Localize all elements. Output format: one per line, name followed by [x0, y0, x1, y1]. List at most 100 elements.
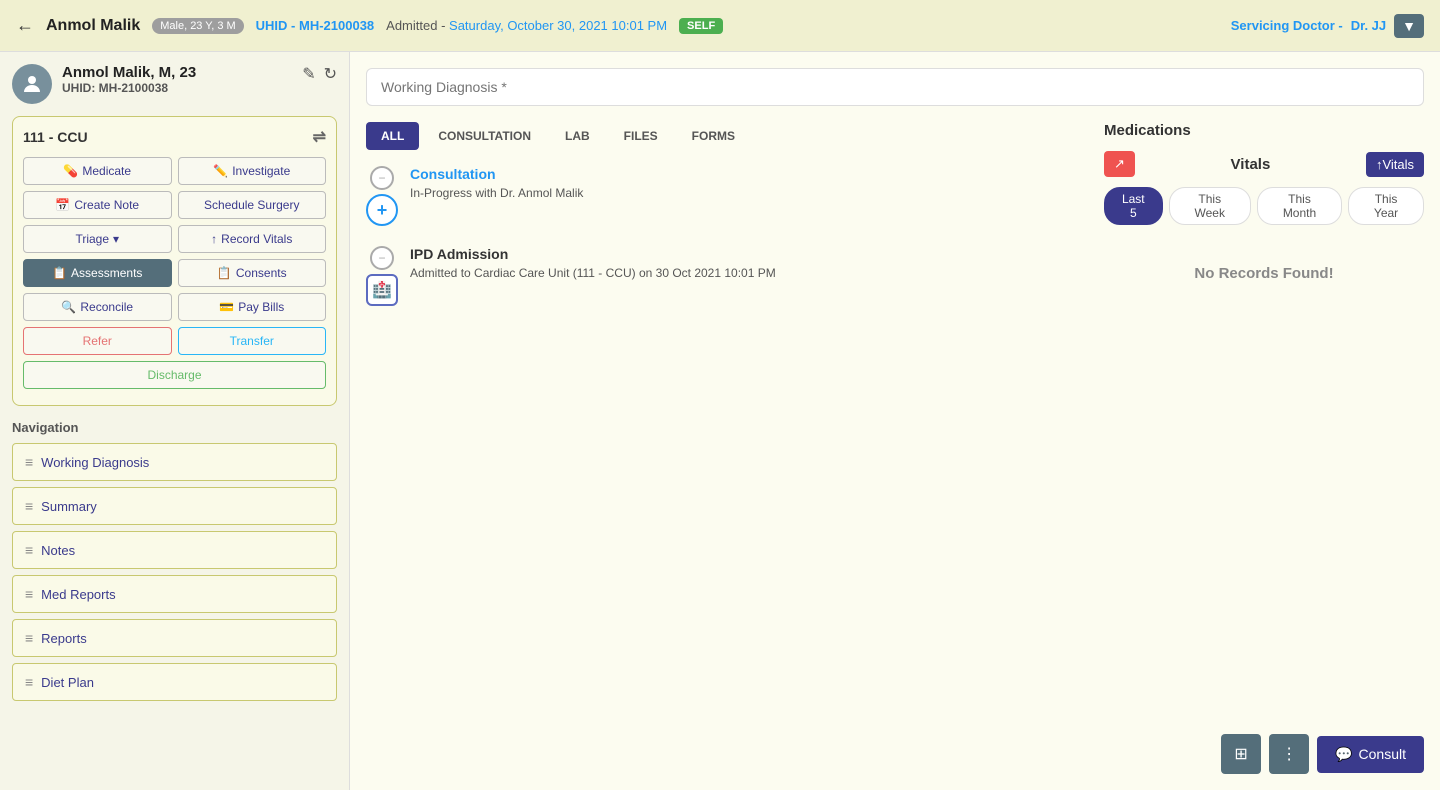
sidebar-item-diet-plan[interactable]: ≡ Diet Plan — [12, 663, 337, 701]
assessments-button[interactable]: 📋 Assessments — [23, 259, 172, 287]
pay-bills-icon: 💳 — [219, 300, 234, 314]
consultation-content: Consultation In-Progress with Dr. Anmol … — [410, 166, 1104, 200]
record-vitals-icon: ↑ — [211, 232, 217, 246]
ipd-icon[interactable]: 🏥 — [366, 274, 398, 306]
tab-forms[interactable]: FORMS — [677, 122, 750, 150]
nav-lines-icon-3: ≡ — [25, 542, 33, 558]
schedule-surgery-button[interactable]: Schedule Surgery — [178, 191, 327, 219]
sidebar-item-notes[interactable]: ≡ Notes — [12, 531, 337, 569]
ward-box: 111 - CCU ⇌ 💊 Medicate ✏️ Investigate 📅 … — [12, 116, 337, 406]
nav-lines-icon-5: ≡ — [25, 630, 33, 646]
vitals-header: ↗ Vitals ↑Vitals — [1104, 151, 1424, 177]
header-dropdown-button[interactable]: ▼ — [1394, 14, 1424, 38]
create-note-button[interactable]: 📅 Create Note — [23, 191, 172, 219]
nav-lines-icon-6: ≡ — [25, 674, 33, 690]
ward-header: 111 - CCU ⇌ — [23, 127, 326, 147]
timeline-controls-1: − + — [366, 166, 398, 226]
time-filter-this-year[interactable]: This Year — [1348, 187, 1424, 225]
vitals-red-button[interactable]: ↗ — [1104, 151, 1135, 177]
record-vitals-button[interactable]: ↑ Record Vitals — [178, 225, 327, 253]
action-grid-2: Triage ▾ ↑ Record Vitals 📋 Assessments 📋… — [23, 225, 326, 287]
consult-button[interactable]: 💬 Consult — [1317, 736, 1424, 773]
timeline-controls-2: − 🏥 — [366, 246, 398, 306]
time-filter-this-week[interactable]: This Week — [1169, 187, 1251, 225]
content-right: Medications ↗ Vitals ↑Vitals Last 5 This… — [1104, 122, 1424, 326]
main-layout: Anmol Malik, M, 23 UHID: MH-2100038 ✎ ↻ … — [0, 52, 1440, 790]
header-uhid: UHID - MH-2100038 — [256, 18, 375, 33]
tab-files[interactable]: FILES — [609, 122, 673, 150]
nav-lines-icon-1: ≡ — [25, 454, 33, 470]
working-diagnosis-input[interactable] — [366, 68, 1424, 106]
no-records-message: No Records Found! — [1104, 265, 1424, 282]
patient-name-header: Anmol Malik — [46, 17, 140, 35]
timeline-collapse-btn-1[interactable]: − — [370, 166, 394, 190]
timeline: − + Consultation In-Progress with Dr. An… — [366, 166, 1104, 306]
avatar — [12, 64, 52, 104]
medicate-button[interactable]: 💊 Medicate — [23, 157, 172, 185]
content-area: ALL CONSULTATION LAB FILES FORMS − + — [350, 52, 1440, 790]
refresh-button[interactable]: ↻ — [324, 64, 337, 84]
patient-uhid-sidebar: UHID: MH-2100038 — [62, 81, 292, 95]
admitted-info: Admitted - Saturday, October 30, 2021 10… — [386, 18, 667, 33]
action-grid-1: 💊 Medicate ✏️ Investigate 📅 Create Note … — [23, 157, 326, 219]
patient-info: Anmol Malik, M, 23 UHID: MH-2100038 — [62, 64, 292, 95]
content-inner: ALL CONSULTATION LAB FILES FORMS − + — [366, 122, 1424, 326]
ward-transfer-icon[interactable]: ⇌ — [313, 127, 326, 147]
header: ← Anmol Malik Male, 23 Y, 3 M UHID - MH-… — [0, 0, 1440, 52]
nav-lines-icon-4: ≡ — [25, 586, 33, 602]
reconcile-button[interactable]: 🔍 Reconcile — [23, 293, 172, 321]
sidebar: Anmol Malik, M, 23 UHID: MH-2100038 ✎ ↻ … — [0, 52, 350, 790]
back-button[interactable]: ← — [16, 15, 34, 36]
medications-title: Medications — [1104, 122, 1424, 139]
triage-dropdown-icon: ▾ — [113, 232, 119, 246]
timeline-collapse-btn-2[interactable]: − — [370, 246, 394, 270]
time-filter-last5[interactable]: Last 5 — [1104, 187, 1163, 225]
vitals-blue-button[interactable]: ↑Vitals — [1366, 152, 1424, 177]
consents-icon: 📋 — [217, 266, 232, 280]
consultation-title[interactable]: Consultation — [410, 166, 1104, 182]
consultation-icon[interactable]: + — [366, 194, 398, 226]
nav-lines-icon-2: ≡ — [25, 498, 33, 514]
consents-button[interactable]: 📋 Consents — [178, 259, 327, 287]
grid-view-button[interactable]: ⊞ — [1221, 734, 1261, 774]
pay-bills-button[interactable]: 💳 Pay Bills — [178, 293, 327, 321]
navigation-title: Navigation — [12, 420, 337, 435]
create-note-icon: 📅 — [55, 198, 70, 212]
ward-title: 111 - CCU — [23, 129, 88, 145]
navigation-section: Navigation ≡ Working Diagnosis ≡ Summary… — [12, 420, 337, 701]
tab-all[interactable]: ALL — [366, 122, 419, 150]
assessments-icon: 📋 — [52, 266, 67, 280]
sidebar-item-reports[interactable]: ≡ Reports — [12, 619, 337, 657]
servicing-doctor-value: Dr. JJ — [1351, 18, 1386, 33]
action-grid-3: 🔍 Reconcile 💳 Pay Bills — [23, 293, 326, 321]
reconcile-icon: 🔍 — [61, 300, 76, 314]
header-right: Servicing Doctor - Dr. JJ ▼ — [1231, 14, 1424, 38]
sidebar-item-summary[interactable]: ≡ Summary — [12, 487, 337, 525]
triage-button[interactable]: Triage ▾ — [23, 225, 172, 253]
gender-age-badge: Male, 23 Y, 3 M — [152, 18, 243, 34]
patient-card: Anmol Malik, M, 23 UHID: MH-2100038 ✎ ↻ — [12, 64, 337, 104]
transfer-button[interactable]: Transfer — [178, 327, 327, 355]
tab-lab[interactable]: LAB — [550, 122, 605, 150]
investigate-button[interactable]: ✏️ Investigate — [178, 157, 327, 185]
edit-patient-button[interactable]: ✎ — [302, 64, 315, 84]
more-options-button[interactable]: ⋮ — [1269, 734, 1309, 774]
servicing-doctor-label: Servicing Doctor - — [1231, 18, 1343, 33]
sidebar-item-working-diagnosis[interactable]: ≡ Working Diagnosis — [12, 443, 337, 481]
ipd-subtitle: Admitted to Cardiac Care Unit (111 - CCU… — [410, 266, 1104, 280]
self-badge: SELF — [679, 18, 723, 34]
action-grid-4: Refer Transfer Discharge — [23, 327, 326, 389]
sidebar-item-med-reports[interactable]: ≡ Med Reports — [12, 575, 337, 613]
discharge-button[interactable]: Discharge — [23, 361, 326, 389]
consult-icon: 💬 — [1335, 746, 1352, 763]
ipd-title: IPD Admission — [410, 246, 1104, 262]
timeline-item-consultation: − + Consultation In-Progress with Dr. An… — [366, 166, 1104, 226]
investigate-icon: ✏️ — [213, 164, 228, 178]
patient-actions: ✎ ↻ — [302, 64, 337, 84]
content-left: ALL CONSULTATION LAB FILES FORMS − + — [366, 122, 1104, 326]
tab-consultation[interactable]: CONSULTATION — [423, 122, 546, 150]
medicate-icon: 💊 — [63, 164, 78, 178]
refer-button[interactable]: Refer — [23, 327, 172, 355]
vitals-title: Vitals — [1135, 156, 1366, 173]
time-filter-this-month[interactable]: This Month — [1257, 187, 1342, 225]
